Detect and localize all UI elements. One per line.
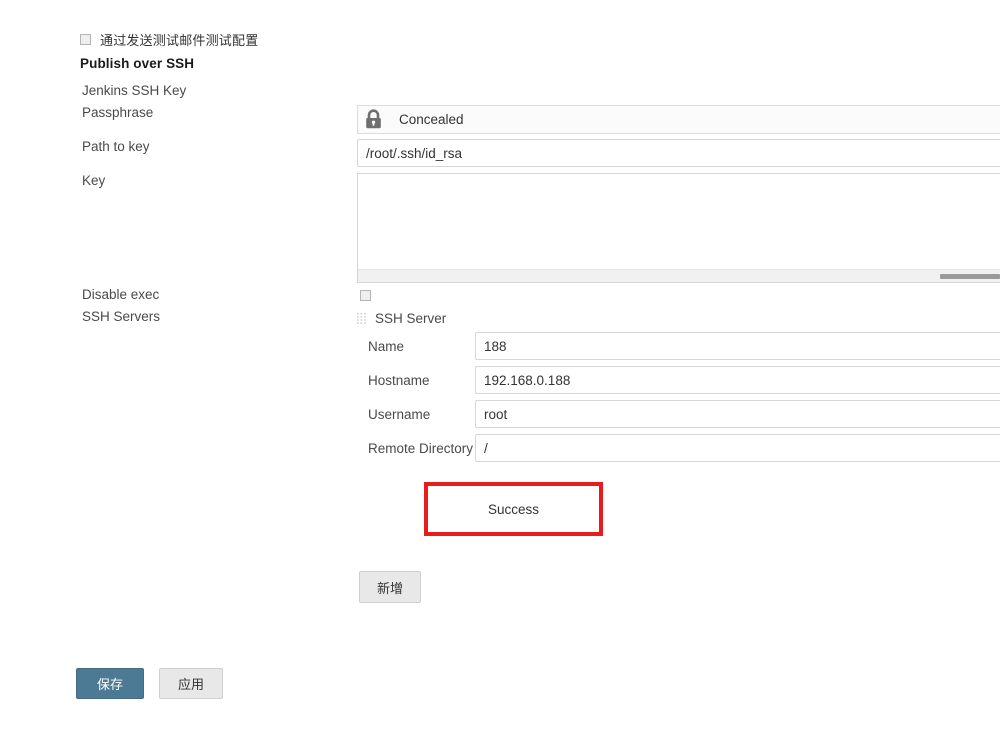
apply-button[interactable]: 应用 bbox=[159, 668, 223, 699]
key-horizontal-scrollbar[interactable] bbox=[358, 269, 1000, 282]
key-textarea-wrapper bbox=[357, 173, 1000, 283]
ssh-remote-directory-input[interactable] bbox=[475, 434, 1000, 462]
test-config-row: 通过发送测试邮件测试配置 bbox=[80, 30, 258, 49]
ssh-field-label: Username bbox=[368, 406, 431, 422]
ssh-hostname-input[interactable] bbox=[475, 366, 1000, 394]
add-ssh-server-button[interactable]: 新增 bbox=[359, 571, 421, 603]
drag-grip-icon[interactable] bbox=[357, 312, 366, 324]
label-disable-exec: Disable exec bbox=[82, 287, 160, 302]
label-path-to-key: Path to key bbox=[82, 139, 150, 154]
ssh-field-label: Hostname bbox=[368, 372, 430, 388]
passphrase-value: Concealed bbox=[399, 112, 464, 127]
ssh-name-input[interactable] bbox=[475, 332, 1000, 360]
checkbox-unchecked-icon[interactable] bbox=[80, 34, 91, 45]
page-title: Publish over SSH bbox=[80, 56, 195, 71]
label-ssh-servers: SSH Servers bbox=[82, 309, 161, 324]
passphrase-field[interactable]: Concealed bbox=[357, 105, 1000, 134]
label-jenkins-ssh-key: Jenkins SSH Key bbox=[82, 83, 187, 98]
ssh-username-input[interactable] bbox=[475, 400, 1000, 428]
ssh-server-fields: Name Hostname Username Remote Directory bbox=[357, 329, 1000, 465]
ssh-field-row: Hostname bbox=[357, 363, 1000, 397]
test-result-text: Success bbox=[487, 501, 540, 517]
test-config-label: 通过发送测试邮件测试配置 bbox=[100, 33, 259, 48]
ssh-field-row: Name bbox=[357, 329, 1000, 363]
ssh-server-title: SSH Server bbox=[375, 310, 447, 326]
scrollbar-thumb[interactable] bbox=[940, 274, 1000, 279]
test-result-box: Success bbox=[424, 482, 603, 536]
ssh-field-row: Username bbox=[357, 397, 1000, 431]
ssh-field-row: Remote Directory bbox=[357, 431, 1000, 465]
key-textarea[interactable] bbox=[358, 174, 1000, 269]
lock-icon bbox=[366, 109, 381, 129]
ssh-server-header: SSH Server bbox=[357, 309, 1000, 327]
disable-exec-checkbox[interactable] bbox=[360, 290, 371, 301]
ssh-field-label: Name bbox=[368, 338, 405, 354]
label-key: Key bbox=[82, 173, 106, 188]
jenkins-config-page: 通过发送测试邮件测试配置 Publish over SSH Jenkins SS… bbox=[0, 0, 1000, 733]
label-passphrase: Passphrase bbox=[82, 105, 154, 120]
save-button[interactable]: 保存 bbox=[76, 668, 144, 699]
path-to-key-input[interactable] bbox=[357, 139, 1000, 167]
ssh-field-label: Remote Directory bbox=[368, 440, 474, 456]
ssh-server-block: SSH Server Name Hostname Username Remote… bbox=[357, 309, 1000, 465]
